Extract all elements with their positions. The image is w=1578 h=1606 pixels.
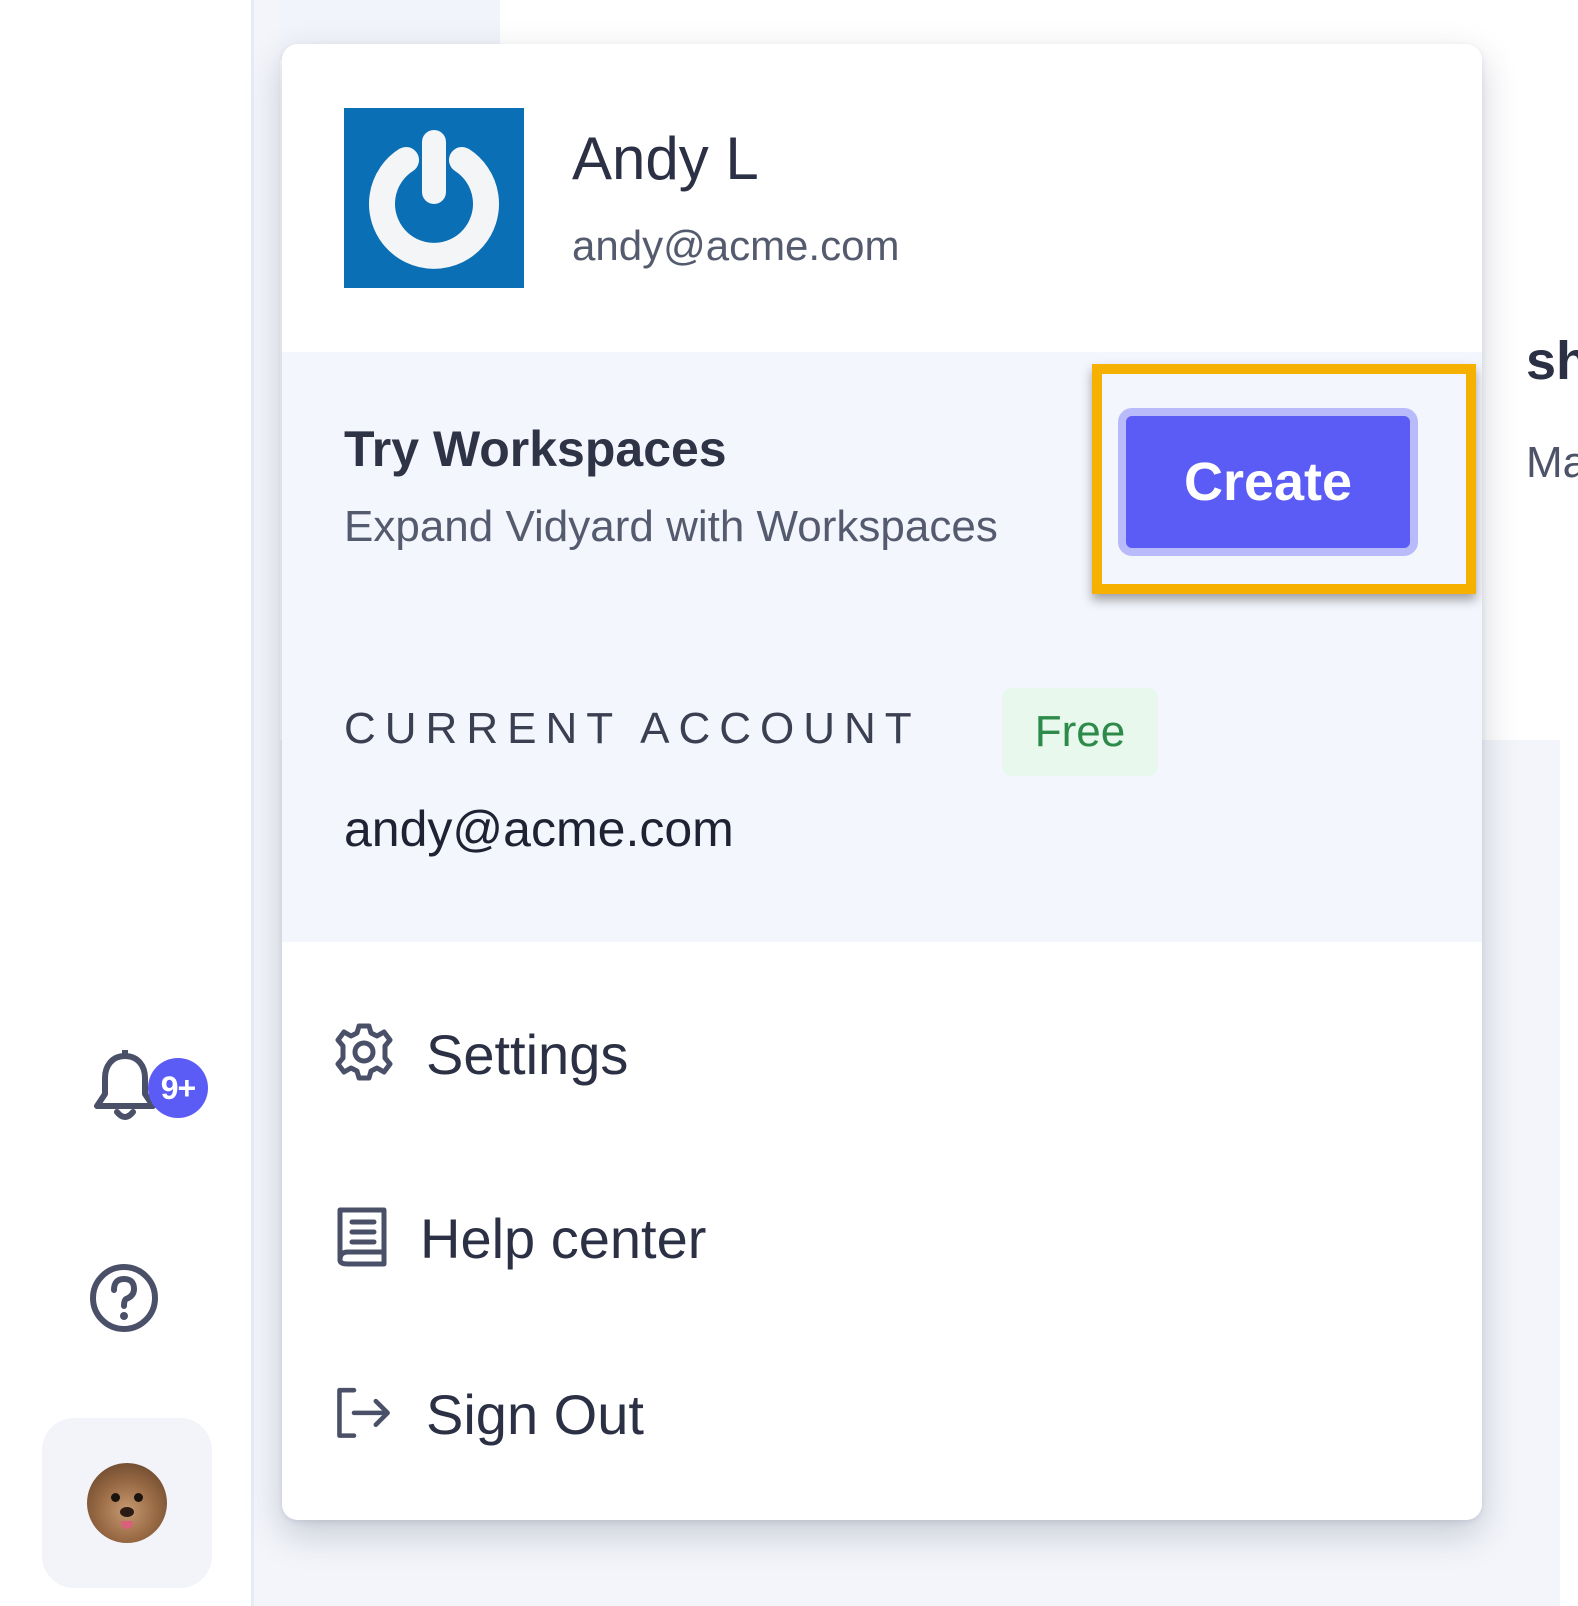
workspaces-title: Try Workspaces — [344, 421, 727, 477]
help-circle-icon — [90, 1264, 158, 1332]
background-strip — [1560, 740, 1578, 1606]
create-workspace-button[interactable]: Create — [1118, 408, 1418, 556]
current-account-email[interactable]: andy@acme.com — [344, 800, 734, 858]
user-name: Andy L — [572, 125, 759, 192]
notifications-button[interactable]: 9+ — [92, 1050, 208, 1126]
profile-header: Andy L andy@acme.com — [282, 44, 1482, 352]
current-account-label: CURRENT ACCOUNT — [344, 704, 921, 753]
menu-item-help-center[interactable]: Help center — [334, 1180, 1434, 1290]
book-icon — [337, 1207, 387, 1267]
user-email: andy@acme.com — [572, 222, 900, 269]
account-dropdown-menu: Andy L andy@acme.com Try Workspaces Expa… — [282, 44, 1482, 1520]
plan-badge: Free — [1002, 688, 1158, 776]
sign-out-icon — [337, 1387, 390, 1438]
menu-item-label: Sign Out — [426, 1383, 644, 1446]
menu-item-label: Help center — [420, 1207, 707, 1270]
vidyard-logo — [344, 108, 524, 288]
menu-item-label: Settings — [426, 1023, 629, 1086]
background-heading: sh — [1526, 331, 1578, 391]
help-button[interactable] — [88, 1262, 160, 1334]
account-menu-button[interactable] — [42, 1418, 212, 1588]
notifications-count-badge: 9+ — [148, 1058, 208, 1118]
menu-items: Settings Help center Sign Out — [282, 942, 1482, 1520]
background-text: Ma — [1526, 438, 1578, 487]
power-logo-icon — [369, 130, 499, 269]
menu-item-settings[interactable]: Settings — [334, 996, 1434, 1106]
workspaces-section: Try Workspaces Expand Vidyard with Works… — [282, 352, 1482, 942]
avatar — [87, 1463, 167, 1543]
workspaces-subtitle: Expand Vidyard with Workspaces — [344, 502, 998, 551]
left-nav-rail: 9+ — [0, 0, 254, 1606]
menu-item-sign-out[interactable]: Sign Out — [334, 1356, 1434, 1466]
gear-icon — [335, 1023, 393, 1081]
